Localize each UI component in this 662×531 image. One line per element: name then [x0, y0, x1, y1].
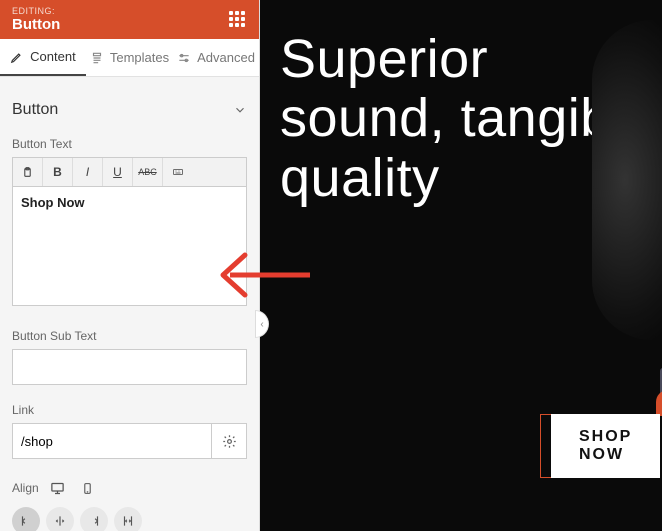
bold-button[interactable]: B [43, 158, 73, 186]
section-title: Button [12, 101, 58, 119]
gear-icon [222, 434, 237, 449]
block-toolbar [656, 390, 662, 416]
tab-templates[interactable]: Templates [86, 39, 173, 76]
link-input[interactable] [12, 423, 211, 459]
keyboard-button[interactable] [163, 158, 193, 186]
shop-now-button[interactable]: SHOP NOW [551, 414, 660, 478]
field-link: Link [12, 403, 247, 459]
tab-advanced[interactable]: Advanced [173, 39, 259, 76]
sub-text-label: Button Sub Text [12, 329, 247, 343]
link-label: Link [12, 403, 247, 417]
mobile-device-button[interactable] [77, 477, 99, 499]
preview-canvas: Superior sound, tangible quality Block S… [260, 0, 662, 531]
section-header-button[interactable]: Button [12, 91, 247, 137]
wysiwyg-toolbar: B I U ABC [12, 157, 247, 186]
panel-header: EDITING: Button [0, 0, 259, 39]
tab-advanced-label: Advanced [197, 50, 255, 65]
sliders-icon [177, 51, 191, 65]
mobile-icon [81, 482, 94, 495]
button-text-input[interactable] [12, 186, 247, 306]
align-justify-button[interactable] [114, 507, 142, 531]
app-grid-icon[interactable] [229, 11, 247, 29]
align-right-button[interactable] [80, 507, 108, 531]
link-settings-button[interactable] [211, 423, 247, 459]
button-text-label: Button Text [12, 137, 247, 151]
tabs: Content Templates Advanced [0, 39, 259, 77]
desktop-device-button[interactable] [47, 477, 69, 499]
align-left-button[interactable] [12, 507, 40, 531]
italic-button[interactable]: I [73, 158, 103, 186]
chevron-down-icon [233, 103, 247, 117]
align-label: Align [12, 481, 39, 495]
product-image [592, 20, 662, 340]
align-center-button[interactable] [46, 507, 74, 531]
field-align: Align [12, 477, 247, 531]
panel-title: Button [12, 16, 60, 33]
sub-text-input[interactable] [12, 349, 247, 385]
field-sub-text: Button Sub Text [12, 329, 247, 385]
pencil-icon [10, 50, 24, 64]
clipboard-button[interactable] [13, 158, 43, 186]
template-icon [90, 51, 104, 65]
selected-block[interactable]: SHOP NOW [540, 414, 650, 478]
tab-templates-label: Templates [110, 50, 169, 65]
tab-content-label: Content [30, 49, 76, 64]
field-button-text: Button Text B I U ABC [12, 137, 247, 311]
strikethrough-button[interactable]: ABC [133, 158, 163, 186]
tab-content[interactable]: Content [0, 39, 86, 76]
desktop-icon [50, 481, 65, 496]
underline-button[interactable]: U [103, 158, 133, 186]
editing-label: EDITING: [12, 6, 60, 16]
annotation-arrow [215, 240, 315, 310]
